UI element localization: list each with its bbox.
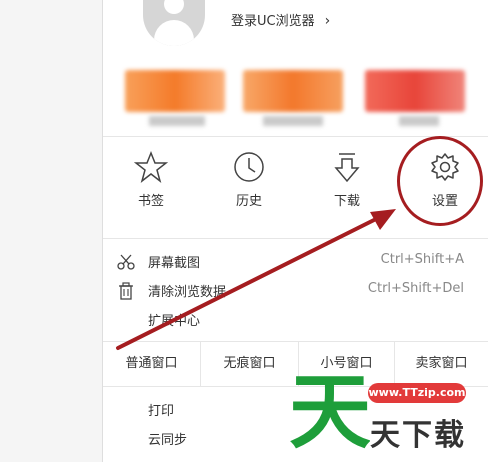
watermark-url: www.TTzip.com — [368, 383, 466, 403]
watermark-text: 天下载 — [370, 418, 466, 453]
watermark-logo: 天 — [290, 365, 370, 452]
svg-text:天: 天 — [290, 365, 370, 452]
